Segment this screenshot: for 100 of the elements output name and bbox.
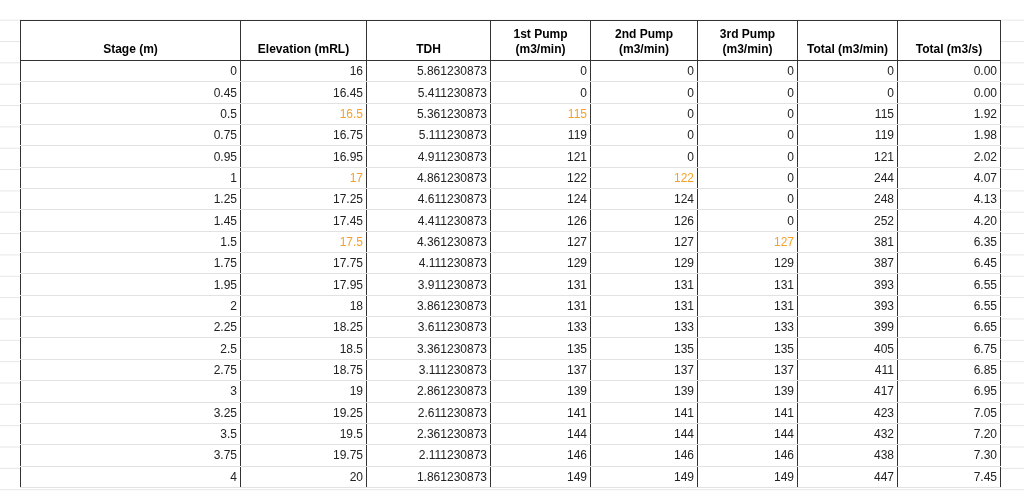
- table-cell: 0: [490, 60, 591, 82]
- column-header: 2nd Pump (m3/min): [590, 20, 698, 61]
- table-cell: 141: [697, 402, 798, 424]
- table-cell: 387: [797, 252, 898, 274]
- table-cell: 122: [490, 167, 591, 189]
- table-cell: 7.05: [897, 402, 1001, 424]
- table-cell: 6.45: [897, 252, 1001, 274]
- column-header: 3rd Pump (m3/min): [697, 20, 798, 61]
- table-cell: 5.361230873: [366, 103, 491, 125]
- table-cell: 119: [490, 124, 591, 146]
- table-cell: 7.30: [897, 444, 1001, 467]
- table-cell: 129: [697, 252, 798, 274]
- table-cell: 2.361230873: [366, 423, 491, 445]
- table-cell: 4.07: [897, 167, 1001, 189]
- table-cell: 139: [490, 380, 591, 402]
- table-cell: 0: [20, 60, 241, 82]
- table-cell: 17.95: [240, 273, 367, 296]
- table-cell: 16.95: [240, 145, 367, 168]
- table-cell: 18.5: [240, 337, 367, 360]
- table-cell: 0: [697, 81, 798, 104]
- column-header: Total (m3/s): [897, 20, 1001, 61]
- table-cell: 115: [797, 103, 898, 125]
- table-cell: 124: [590, 188, 698, 210]
- table-cell: 3.911230873: [366, 273, 491, 296]
- table-cell: 2.111230873: [366, 444, 491, 467]
- table-cell: 393: [797, 273, 898, 296]
- table-cell: 393: [797, 295, 898, 317]
- table-cell: 2.75: [20, 359, 241, 381]
- table-cell: 2.861230873: [366, 380, 491, 402]
- table-cell: 127: [590, 231, 698, 253]
- table-cell: 381: [797, 231, 898, 253]
- table-cell: 131: [590, 273, 698, 296]
- table-cell: 2: [20, 295, 241, 317]
- table-cell: 5.861230873: [366, 60, 491, 82]
- table-cell: 144: [490, 423, 591, 445]
- table-cell: 0.95: [20, 145, 241, 168]
- table-cell: 1: [20, 167, 241, 189]
- table-cell: 6.35: [897, 231, 1001, 253]
- table-cell: 1.45: [20, 209, 241, 232]
- table-cell: 20: [240, 466, 367, 488]
- table-cell: 0: [697, 167, 798, 189]
- table-cell: 139: [590, 380, 698, 402]
- table-cell: 4.911230873: [366, 145, 491, 168]
- table-cell: 16.45: [240, 81, 367, 104]
- table-cell: 6.75: [897, 337, 1001, 360]
- table-cell: 3.5: [20, 423, 241, 445]
- table-cell: 423: [797, 402, 898, 424]
- table-cell: 119: [797, 124, 898, 146]
- table-cell: 115: [490, 103, 591, 125]
- column-header: Total (m3/min): [797, 20, 898, 61]
- table-cell: 4.861230873: [366, 167, 491, 189]
- table-cell: 131: [590, 295, 698, 317]
- table-cell: 0: [490, 81, 591, 104]
- table-cell: 146: [490, 444, 591, 467]
- table-cell: 146: [590, 444, 698, 467]
- table-cell: 0: [697, 145, 798, 168]
- table-cell: 131: [490, 295, 591, 317]
- table-cell: 0: [590, 145, 698, 168]
- table-cell: 137: [590, 359, 698, 381]
- table-cell: 17.75: [240, 252, 367, 274]
- table-cell: 252: [797, 209, 898, 232]
- table-cell: 3: [20, 380, 241, 402]
- table-cell: 0: [697, 209, 798, 232]
- table-cell: 17: [240, 167, 367, 189]
- table-cell: 122: [590, 167, 698, 189]
- table-cell: 4.20: [897, 209, 1001, 232]
- table-cell: 2.5: [20, 337, 241, 360]
- table-cell: 17.5: [240, 231, 367, 253]
- table-cell: 137: [697, 359, 798, 381]
- table-cell: 121: [490, 145, 591, 168]
- table-cell: 4.13: [897, 188, 1001, 210]
- table-cell: 3.75: [20, 444, 241, 467]
- table-cell: 244: [797, 167, 898, 189]
- table-cell: 16: [240, 60, 367, 82]
- table-cell: 19: [240, 380, 367, 402]
- table-cell: 1.75: [20, 252, 241, 274]
- table-cell: 0: [697, 188, 798, 210]
- table-cell: 133: [697, 316, 798, 338]
- table-cell: 131: [697, 273, 798, 296]
- table-cell: 126: [590, 209, 698, 232]
- table-cell: 3.361230873: [366, 337, 491, 360]
- table-cell: 0.00: [897, 60, 1001, 82]
- table-cell: 1.98: [897, 124, 1001, 146]
- table-cell: 2.25: [20, 316, 241, 338]
- table-cell: 131: [697, 295, 798, 317]
- table-cell: 0: [697, 103, 798, 125]
- table-cell: 1.95: [20, 273, 241, 296]
- table-cell: 6.55: [897, 295, 1001, 317]
- table-cell: 0: [697, 124, 798, 146]
- table-cell: 126: [490, 209, 591, 232]
- table-cell: 141: [590, 402, 698, 424]
- column-header: Elevation (mRL): [240, 20, 367, 61]
- table-cell: 7.20: [897, 423, 1001, 445]
- table-cell: 4.111230873: [366, 252, 491, 274]
- table-cell: 135: [590, 337, 698, 360]
- table-cell: 18.75: [240, 359, 367, 381]
- table-cell: 5.111230873: [366, 124, 491, 146]
- table-cell: 447: [797, 466, 898, 488]
- table-cell: 135: [490, 337, 591, 360]
- table-cell: 124: [490, 188, 591, 210]
